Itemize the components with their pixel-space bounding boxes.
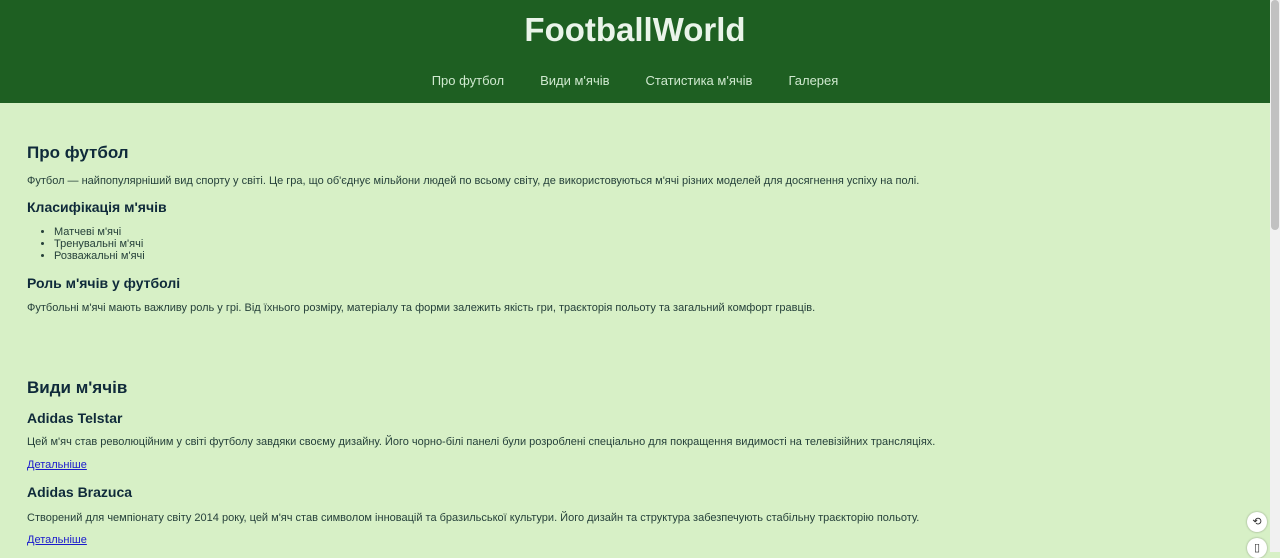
ball-description: Цей м'яч став революційним у світі футбо… bbox=[27, 436, 936, 448]
types-heading: Види м'ячів bbox=[27, 378, 128, 397]
nav-item-gallery[interactable]: Галерея bbox=[788, 71, 838, 91]
ball-name: Adidas Brazuca bbox=[27, 484, 133, 500]
about-heading: Про футбол bbox=[27, 143, 129, 162]
site-header: FootballWorld Про футбол Види м'ячів Ста… bbox=[0, 0, 1270, 103]
ball-name: Adidas Telstar bbox=[27, 410, 123, 426]
ball-details-link[interactable]: Детальніше bbox=[27, 534, 87, 546]
scrollbar[interactable] bbox=[1270, 0, 1280, 552]
scrollbar-thumb[interactable] bbox=[1271, 0, 1279, 230]
about-intro: Футбол — найпопулярніший вид спорту у св… bbox=[27, 175, 920, 187]
ball-details-link[interactable]: Детальніше bbox=[27, 459, 87, 471]
site-title: FootballWorld bbox=[524, 11, 746, 48]
nav-item-ball-types[interactable]: Види м'ячів bbox=[540, 71, 609, 91]
page: FootballWorld Про футбол Види м'ячів Ста… bbox=[0, 0, 1270, 552]
main-nav: Про футбол Види м'ячів Статистика м'ячів… bbox=[0, 71, 1270, 91]
role-text: Футбольні м'ячі мають важливу роль у грі… bbox=[27, 302, 816, 314]
list-item: Тренувальні м'ячі bbox=[54, 238, 145, 250]
classification-heading: Класифікація м'ячів bbox=[27, 199, 167, 215]
list-item: Матчеві м'ячі bbox=[54, 226, 145, 238]
nav-item-ball-stats[interactable]: Статистика м'ячів bbox=[646, 71, 753, 91]
refresh-icon[interactable]: ⟲ bbox=[1247, 512, 1267, 532]
role-heading: Роль м'ячів у футболі bbox=[27, 275, 181, 291]
ball-description: Створений для чемпіонату світу 2014 року… bbox=[27, 512, 920, 524]
nav-item-about[interactable]: Про футбол bbox=[432, 71, 504, 91]
list-item: Розважальні м'ячі bbox=[54, 250, 145, 262]
reader-icon[interactable]: ▯ bbox=[1247, 538, 1267, 558]
classification-list: Матчеві м'ячі Тренувальні м'ячі Розважал… bbox=[27, 226, 145, 262]
